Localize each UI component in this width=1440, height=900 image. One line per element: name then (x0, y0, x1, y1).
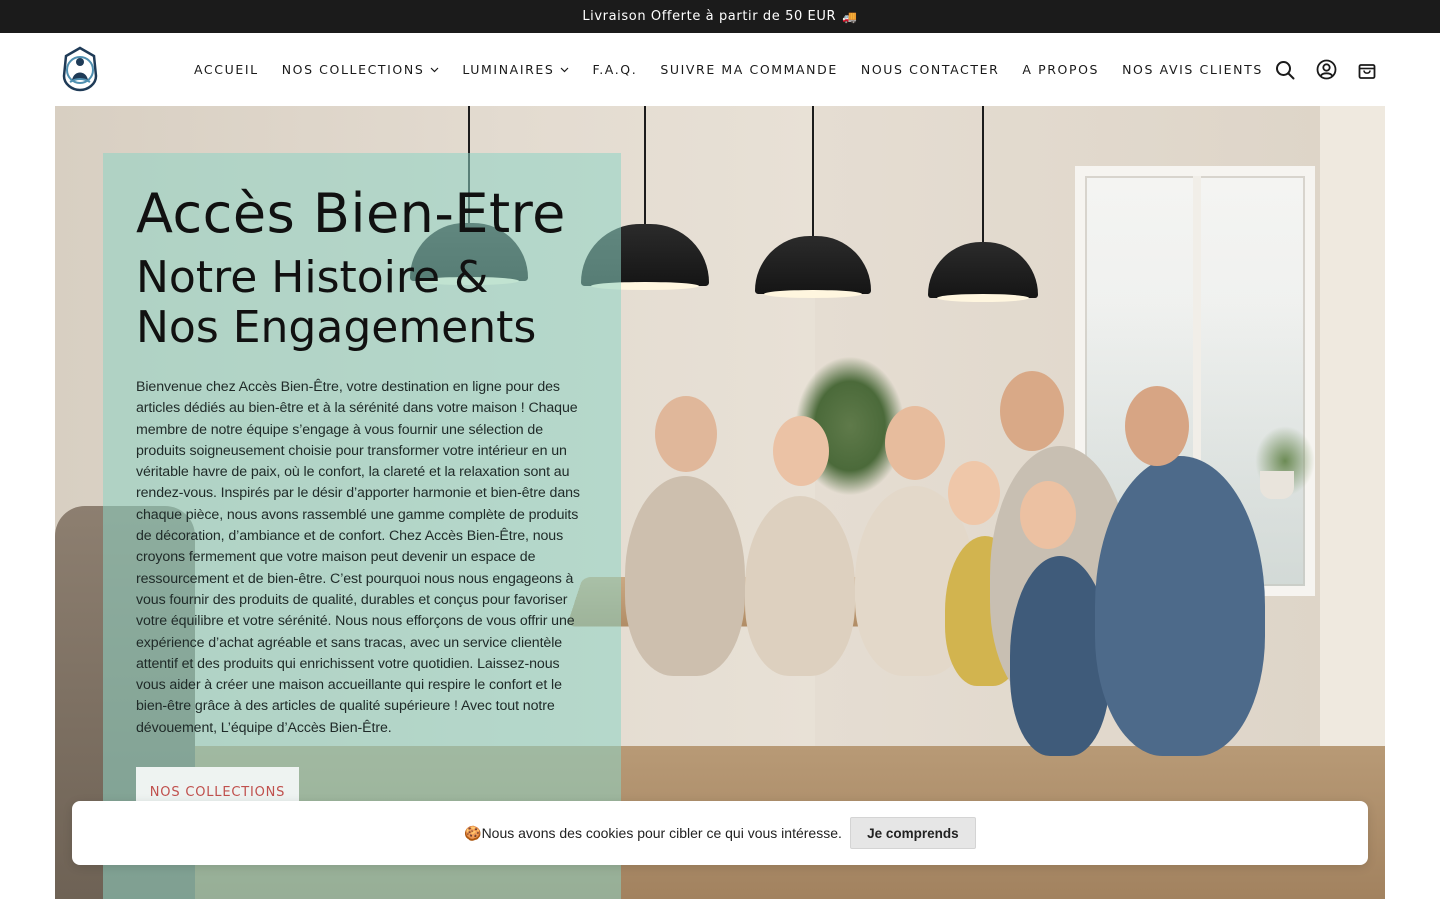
nav-luminaires[interactable]: LUMINAIRES (462, 62, 569, 77)
search-icon[interactable] (1274, 59, 1296, 81)
buddha-logo-icon[interactable] (60, 46, 100, 92)
accept-cookies-label: Je comprends (867, 825, 959, 841)
account-icon[interactable] (1315, 59, 1337, 81)
accept-cookies-button[interactable]: Je comprends (849, 817, 976, 849)
hero-subtitle: Notre Histoire & Nos Engagements (136, 253, 586, 353)
hero-text-panel: Accès Bien-Etre Notre Histoire & Nos Eng… (103, 153, 621, 899)
family-head (1020, 481, 1076, 549)
hero-title: Accès Bien-Etre (136, 182, 566, 245)
site-header: ACCUEIL NOS COLLECTIONS LUMINAIRES F.A.Q… (0, 33, 1440, 106)
family-head (655, 396, 717, 472)
family-head (948, 461, 1000, 525)
nav-nos-collections[interactable]: NOS COLLECTIONS (282, 62, 440, 77)
nav-label: LUMINAIRES (462, 62, 555, 77)
nav-label: NOUS CONTACTER (860, 62, 1000, 77)
hero-banner: Accès Bien-Etre Notre Histoire & Nos Eng… (55, 106, 1385, 899)
main-nav: ACCUEIL NOS COLLECTIONS LUMINAIRES F.A.Q… (194, 33, 1286, 106)
cookie-message: 🍪Nous avons des cookies pour cibler ce q… (464, 825, 842, 842)
nav-nos-avis-clients[interactable]: NOS AVIS CLIENTS (1122, 62, 1263, 77)
announcement-text: Livraison Offerte à partir de 50 EUR (582, 9, 837, 24)
nav-label: F.A.Q. (592, 62, 638, 77)
header-icons (1255, 33, 1378, 106)
nav-label: ACCUEIL (194, 62, 259, 77)
plant-pot (1260, 471, 1294, 499)
nav-a-propos[interactable]: A PROPOS (1022, 62, 1099, 77)
hero-subtitle-line1: Notre Histoire & (136, 252, 489, 303)
cookie-banner: 🍪Nous avons des cookies pour cibler ce q… (72, 801, 1368, 865)
nav-label: NOS AVIS CLIENTS (1122, 62, 1263, 77)
announcement-bar: Livraison Offerte à partir de 50 EUR 🚚 (0, 0, 1440, 33)
hero-subtitle-line2: Nos Engagements (136, 302, 537, 353)
nav-suivre-ma-commande[interactable]: SUIVRE MA COMMANDE (660, 62, 838, 77)
cta-label: NOS COLLECTIONS (149, 784, 286, 800)
cookie-text: Nous avons des cookies pour cibler ce qu… (481, 824, 842, 841)
family-member (1095, 456, 1265, 756)
pendant-lamp (755, 106, 871, 298)
truck-icon: 🚚 (842, 9, 858, 24)
nav-faq[interactable]: F.A.Q. (592, 62, 637, 77)
nav-label: NOS COLLECTIONS (281, 62, 425, 77)
pendant-lamp (928, 106, 1038, 302)
cookie-icon: 🍪 (464, 824, 482, 841)
nav-nous-contacter[interactable]: NOUS CONTACTER (861, 62, 1000, 77)
family-head (1000, 371, 1064, 451)
hero-body-text: Bienvenue chez Accès Bien-Être, votre de… (136, 379, 580, 736)
nav-label: A PROPOS (1022, 62, 1100, 77)
chevron-down-icon (560, 67, 569, 73)
family-member (745, 496, 855, 676)
chevron-down-icon (430, 67, 439, 73)
nav-accueil[interactable]: ACCUEIL (194, 62, 259, 77)
family-head (1125, 386, 1189, 466)
nav-label: SUIVRE MA COMMANDE (660, 62, 838, 77)
family-head (773, 416, 829, 486)
cart-icon[interactable] (1356, 59, 1378, 81)
family-member (625, 476, 745, 676)
family-head (885, 406, 945, 480)
